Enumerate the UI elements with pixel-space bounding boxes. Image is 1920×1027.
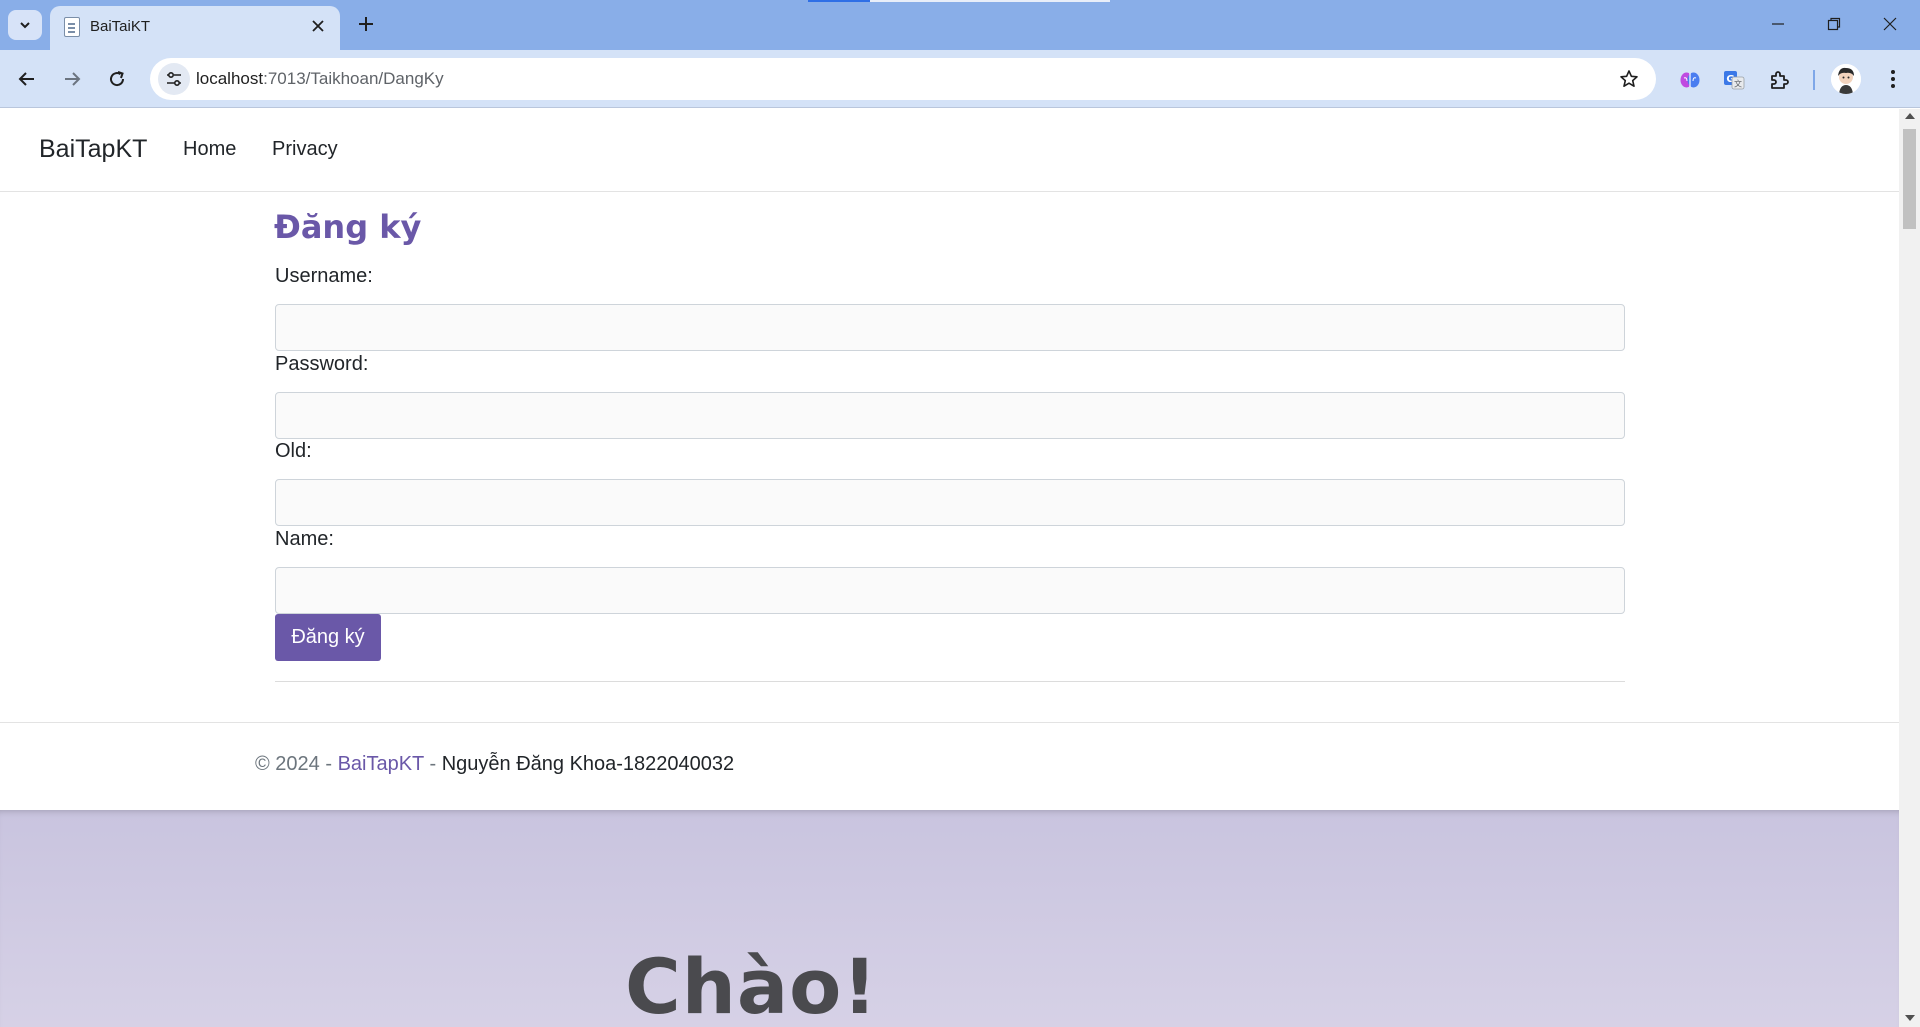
svg-text:文: 文 [1734, 79, 1742, 89]
hero-section: Chào! [0, 810, 1899, 1027]
toolbar-separator [1813, 70, 1815, 90]
star-icon [1620, 70, 1638, 87]
username-label: Username: [275, 265, 373, 287]
bookmark-button[interactable] [1616, 66, 1642, 92]
scroll-up-arrow-icon[interactable] [1905, 113, 1915, 119]
old-label: Old: [275, 440, 312, 462]
plus-icon [359, 17, 373, 31]
name-input[interactable] [275, 567, 1625, 614]
back-button[interactable] [10, 62, 44, 96]
restore-icon [1827, 17, 1841, 31]
page-viewport: BaiTapKT Home Privacy Đăng ký Username: … [0, 109, 1899, 1027]
puzzle-icon [1771, 71, 1789, 89]
brain-icon [1680, 72, 1700, 88]
restore-button[interactable] [1814, 8, 1854, 40]
translate-extension-button[interactable]: G文 [1720, 66, 1748, 94]
hero-title: Chào! [625, 942, 879, 1027]
forward-button[interactable] [55, 62, 89, 96]
extension-button[interactable] [1676, 66, 1704, 94]
footer-copyright: © 2024 - [255, 753, 338, 775]
kebab-menu-icon [1891, 70, 1895, 88]
tab-strip: BaiTaiKT [0, 0, 1920, 50]
url-text[interactable]: localhost:7013/Taikhoan/DangKy [196, 69, 444, 89]
footer-separator: - [423, 753, 442, 775]
scrollbar-thumb[interactable] [1903, 129, 1916, 229]
password-input[interactable] [275, 392, 1625, 439]
tab-title: BaiTaiKT [90, 18, 151, 35]
site-info-button[interactable] [158, 63, 190, 95]
nav-link-home[interactable]: Home [183, 138, 236, 161]
page-scrollbar[interactable] [1899, 109, 1920, 1027]
old-input[interactable] [275, 479, 1625, 526]
close-icon[interactable] [306, 14, 330, 38]
browser-toolbar: localhost:7013/Taikhoan/DangKy G文 [0, 50, 1920, 108]
site-footer: © 2024 - BaiTapKT - Nguyễn Đăng Khoa-182… [0, 722, 1899, 810]
extensions-menu-button[interactable] [1766, 66, 1794, 94]
password-label: Password: [275, 353, 369, 375]
browser-tab[interactable]: BaiTaiKT [50, 6, 340, 50]
nav-link-privacy[interactable]: Privacy [272, 138, 338, 161]
form-divider [275, 681, 1625, 682]
tab-strip-highlight [870, 0, 1110, 2]
profile-avatar[interactable] [1831, 64, 1861, 94]
url-path: :7013/Taikhoan/DangKy [263, 69, 444, 88]
tab-search-button[interactable] [8, 10, 42, 40]
new-tab-button[interactable] [352, 10, 380, 38]
footer-author: Nguyễn Đăng Khoa-1822040032 [441, 753, 735, 775]
footer-text: © 2024 - BaiTapKT - Nguyễn Đăng Khoa-182… [255, 753, 734, 776]
page-title: Đăng ký [274, 208, 422, 246]
browser-menu-button[interactable] [1878, 64, 1908, 94]
minimize-button[interactable] [1758, 8, 1798, 40]
close-icon [1883, 17, 1897, 31]
site-brand-link[interactable]: BaiTapKT [39, 135, 147, 164]
register-submit-button[interactable]: Đăng ký [275, 614, 381, 661]
close-window-button[interactable] [1870, 8, 1910, 40]
arrow-left-icon [18, 72, 34, 86]
scroll-down-arrow-icon[interactable] [1905, 1015, 1915, 1021]
tab-strip-accent [808, 0, 870, 2]
username-input[interactable] [275, 304, 1625, 351]
avatar-icon [1831, 64, 1861, 94]
arrow-right-icon [65, 72, 81, 86]
translate-icon: G文 [1724, 71, 1745, 90]
minimize-icon [1772, 23, 1784, 25]
name-label: Name: [275, 528, 334, 550]
site-navbar: BaiTapKT Home Privacy [0, 109, 1899, 192]
reload-button[interactable] [100, 62, 134, 96]
reload-icon [110, 71, 125, 87]
url-host: localhost [196, 69, 264, 88]
page-icon [64, 17, 80, 37]
footer-brand-link[interactable]: BaiTapKT [338, 753, 424, 775]
tune-icon [167, 71, 181, 87]
address-bar[interactable]: localhost:7013/Taikhoan/DangKy [150, 58, 1656, 100]
chevron-down-icon [20, 22, 30, 29]
